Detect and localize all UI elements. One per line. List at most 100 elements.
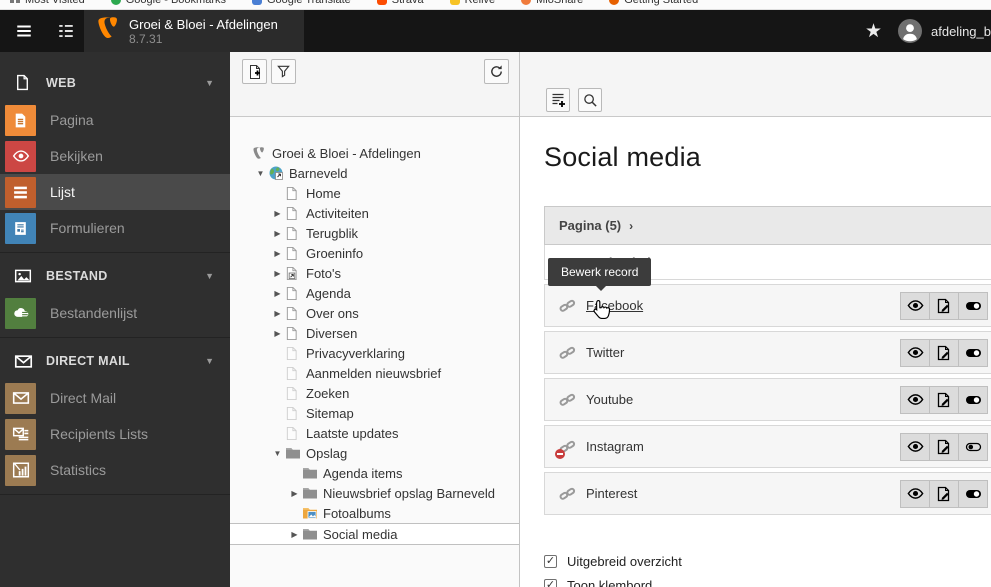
chevron-right-icon[interactable]: ▶: [270, 229, 285, 238]
bookmark-item[interactable]: Google Translate: [251, 0, 351, 6]
tree-item[interactable]: ▶ Groeninfo: [230, 243, 519, 263]
module-section-header[interactable]: DIRECT MAIL ▼: [0, 342, 230, 380]
refresh-button[interactable]: [484, 59, 509, 84]
module-item-lijst[interactable]: Lijst: [0, 174, 230, 210]
tree-item[interactable]: ▶ Terugblik: [230, 223, 519, 243]
chevron-right-icon[interactable]: ▶: [270, 269, 285, 278]
tree-item-label[interactable]: Over ons: [306, 306, 359, 321]
pagetree-toggle-icon[interactable]: [55, 20, 77, 42]
bookmark-item[interactable]: Getting Started: [609, 0, 698, 6]
tree-item[interactable]: ▶ Agenda: [230, 283, 519, 303]
chevron-right-icon[interactable]: ▶: [270, 329, 285, 338]
tree-item[interactable]: Fotoalbums: [230, 503, 519, 523]
checkbox[interactable]: ✓: [544, 555, 557, 568]
tree-item[interactable]: Zoeken: [230, 383, 519, 403]
tree-item[interactable]: Groei & Bloei - Afdelingen: [230, 143, 519, 163]
tree-item-label[interactable]: Agenda: [306, 286, 351, 301]
edit-button[interactable]: [929, 432, 959, 461]
tree-item-label[interactable]: Agenda items: [323, 466, 403, 481]
tree-item[interactable]: ▶ Over ons: [230, 303, 519, 323]
module-section-header[interactable]: WEB ▼: [0, 64, 230, 102]
module-item-bekijken[interactable]: Bekijken: [0, 138, 230, 174]
record-link[interactable]: Instagram: [586, 439, 644, 454]
tree-item[interactable]: ▶ Foto's: [230, 263, 519, 283]
module-item-bestandenlijst[interactable]: Bestandenlijst: [0, 295, 230, 331]
edit-button[interactable]: [929, 338, 959, 367]
user-menu[interactable]: afdeling_b: [898, 19, 991, 43]
view-button[interactable]: [900, 432, 930, 461]
view-button[interactable]: [900, 291, 930, 320]
module-item-recipients-lists[interactable]: Recipients Lists: [0, 416, 230, 452]
view-button[interactable]: [900, 479, 930, 508]
tree-item-label[interactable]: Privacyverklaring: [306, 346, 405, 361]
chevron-right-icon[interactable]: ▶: [287, 530, 302, 539]
module-item-direct-mail[interactable]: Direct Mail: [0, 380, 230, 416]
tree-item[interactable]: Sitemap: [230, 403, 519, 423]
toggle-visibility-button[interactable]: [958, 432, 988, 461]
bookmark-item[interactable]: Strava: [376, 0, 424, 6]
tree-item-label[interactable]: Foto's: [306, 266, 341, 281]
tree-item-label[interactable]: Laatste updates: [306, 426, 399, 441]
chevron-down-icon[interactable]: ▼: [270, 449, 285, 458]
option-row[interactable]: ✓ Toon klembord: [544, 578, 991, 587]
filter-button[interactable]: [271, 59, 296, 84]
new-page-button[interactable]: [242, 59, 267, 84]
view-button[interactable]: [900, 338, 930, 367]
new-record-button[interactable]: [546, 88, 570, 112]
bookmark-item[interactable]: Relive: [449, 0, 495, 6]
chevron-right-icon[interactable]: ▶: [270, 289, 285, 298]
bookmark-item[interactable]: MioShare: [521, 0, 583, 6]
tree-item-label[interactable]: Nieuwsbrief opslag Barneveld: [323, 486, 495, 501]
chevron-right-icon[interactable]: ▶: [270, 309, 285, 318]
record-link[interactable]: Youtube: [586, 392, 633, 407]
record-link[interactable]: Pinterest: [586, 486, 637, 501]
bookmark-star-icon[interactable]: ★: [865, 22, 882, 41]
module-item-formulieren[interactable]: Formulieren: [0, 210, 230, 246]
tree-item[interactable]: Agenda items: [230, 463, 519, 483]
tree-item[interactable]: ▶ Social media: [230, 523, 519, 545]
tree-item-label[interactable]: Zoeken: [306, 386, 349, 401]
tree-item[interactable]: ▶ Activiteiten: [230, 203, 519, 223]
tree-item[interactable]: ▶ Nieuwsbrief opslag Barneveld: [230, 483, 519, 503]
module-section-header[interactable]: BESTAND ▼: [0, 257, 230, 295]
menu-toggle-icon[interactable]: [13, 20, 35, 42]
tree-item[interactable]: ▼ Barneveld: [230, 163, 519, 183]
tree-item-label[interactable]: Opslag: [306, 446, 347, 461]
tree-item[interactable]: ▼ Opslag: [230, 443, 519, 463]
view-button[interactable]: [900, 385, 930, 414]
module-item-statistics[interactable]: Statistics: [0, 452, 230, 488]
table-heading[interactable]: Pagina (5) ›: [544, 206, 991, 245]
tree-item[interactable]: Laatste updates: [230, 423, 519, 443]
tree-item-label[interactable]: Barneveld: [289, 166, 348, 181]
tree-item-label[interactable]: Activiteiten: [306, 206, 369, 221]
option-row[interactable]: ✓ Uitgebreid overzicht: [544, 554, 991, 569]
tree-item-label[interactable]: Diversen: [306, 326, 357, 341]
tree-item[interactable]: Privacyverklaring: [230, 343, 519, 363]
edit-button[interactable]: [929, 479, 959, 508]
bookmark-item[interactable]: Most Visited: [10, 0, 85, 6]
toggle-visibility-button[interactable]: [958, 291, 988, 320]
chevron-right-icon[interactable]: ▶: [270, 249, 285, 258]
tree-item-label[interactable]: Aanmelden nieuwsbrief: [306, 366, 441, 381]
chevron-right-icon[interactable]: ▶: [270, 209, 285, 218]
bookmark-item[interactable]: Google - Bookmarks: [110, 0, 226, 6]
record-link[interactable]: Twitter: [586, 345, 624, 360]
tree-item[interactable]: ▶ Diversen: [230, 323, 519, 343]
chevron-down-icon[interactable]: ▼: [253, 169, 268, 178]
tree-item-label[interactable]: Groei & Bloei - Afdelingen: [272, 146, 421, 161]
tree-item[interactable]: Home: [230, 183, 519, 203]
edit-button[interactable]: [929, 385, 959, 414]
toggle-visibility-button[interactable]: [958, 338, 988, 367]
tree-item-label[interactable]: Sitemap: [306, 406, 354, 421]
site-logo-block[interactable]: Groei & Bloei - Afdelingen 8.7.31: [84, 10, 304, 52]
tree-item-label[interactable]: Fotoalbums: [323, 506, 391, 521]
tree-item[interactable]: Aanmelden nieuwsbrief: [230, 363, 519, 383]
checkbox[interactable]: ✓: [544, 579, 557, 587]
edit-button[interactable]: [929, 291, 959, 320]
tree-item-label[interactable]: Terugblik: [306, 226, 358, 241]
toggle-visibility-button[interactable]: [958, 479, 988, 508]
search-button[interactable]: [578, 88, 602, 112]
tree-item-label[interactable]: Groeninfo: [306, 246, 363, 261]
toggle-visibility-button[interactable]: [958, 385, 988, 414]
chevron-right-icon[interactable]: ▶: [287, 489, 302, 498]
